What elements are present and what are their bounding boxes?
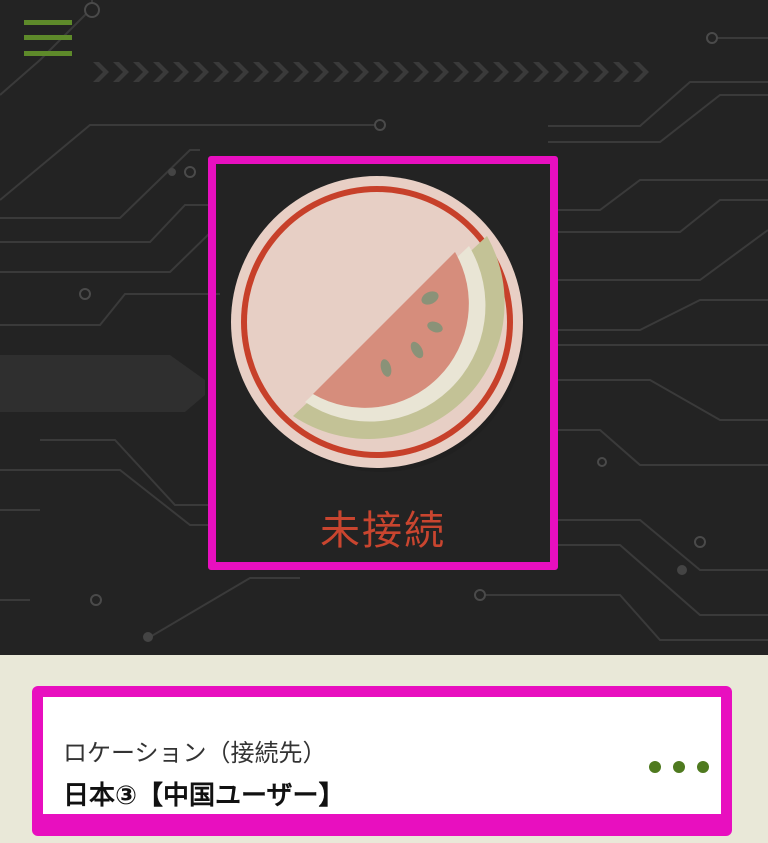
connection-status: 未接続 — [320, 508, 446, 554]
hamburger-menu-icon[interactable] — [22, 20, 74, 60]
more-dots-icon[interactable] — [649, 757, 709, 777]
watermelon-icon — [231, 176, 525, 472]
location-card-body: ロケーション（接続先） 日本③【中国ユーザー】 — [43, 697, 721, 814]
location-selector[interactable]: ロケーション（接続先） 日本③【中国ユーザー】 — [32, 686, 732, 836]
more-dot — [697, 761, 709, 773]
connect-button[interactable] — [231, 172, 527, 472]
more-dot — [649, 761, 661, 773]
location-value: 日本③【中国ユーザー】 — [63, 781, 345, 811]
more-dot — [673, 761, 685, 773]
location-label: ロケーション（接続先） — [63, 739, 327, 767]
